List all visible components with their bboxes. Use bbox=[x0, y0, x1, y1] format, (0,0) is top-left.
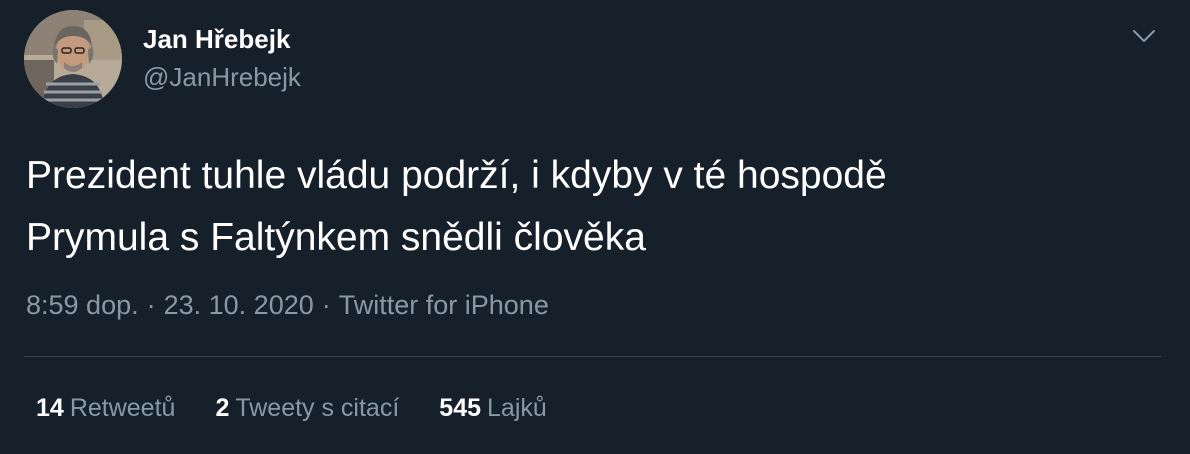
quotes-label: Tweety s citací bbox=[235, 394, 400, 422]
tweet-meta: 8:59 dop. · 23. 10. 2020 · Twitter for iPhon… bbox=[26, 290, 549, 321]
author-display-name[interactable]: Jan Hřebejk bbox=[143, 24, 290, 55]
retweets-label: Retweetů bbox=[69, 394, 176, 422]
author-handle[interactable]: @JanHrebejk bbox=[143, 62, 301, 93]
tweet-time[interactable]: 8:59 dop. bbox=[26, 290, 139, 320]
retweets-count: 14 bbox=[36, 394, 64, 422]
tweet-stats: 14 Retweetů 2 Tweety s citací 545 Lajků bbox=[36, 394, 547, 423]
avatar[interactable] bbox=[24, 10, 122, 108]
retweets-stat[interactable]: 14 Retweetů bbox=[36, 394, 175, 423]
quotes-stat[interactable]: 2 Tweety s citací bbox=[215, 394, 399, 423]
tweet-card: Jan Hřebejk @JanHrebejk Prezident tuhle … bbox=[0, 0, 1190, 454]
avatar-photo bbox=[24, 10, 122, 108]
meta-separator: · bbox=[146, 290, 156, 320]
quotes-count: 2 bbox=[215, 394, 230, 422]
likes-count: 545 bbox=[439, 394, 482, 422]
meta-separator: · bbox=[321, 290, 331, 320]
tweet-source[interactable]: Twitter for iPhone bbox=[339, 290, 549, 320]
tweet-text-line: Prymula s Faltýnkem snědli člověka bbox=[26, 216, 646, 259]
tweet-text: Prezident tuhle vládu podrží, i kdyby v … bbox=[26, 145, 1146, 269]
chevron-down-icon[interactable] bbox=[1128, 20, 1160, 52]
likes-stat[interactable]: 545 Lajků bbox=[439, 394, 546, 423]
divider bbox=[24, 356, 1161, 357]
likes-label: Lajků bbox=[487, 394, 547, 422]
tweet-text-line: Prezident tuhle vládu podrží, i kdyby v … bbox=[26, 154, 887, 197]
tweet-date[interactable]: 23. 10. 2020 bbox=[164, 290, 314, 320]
